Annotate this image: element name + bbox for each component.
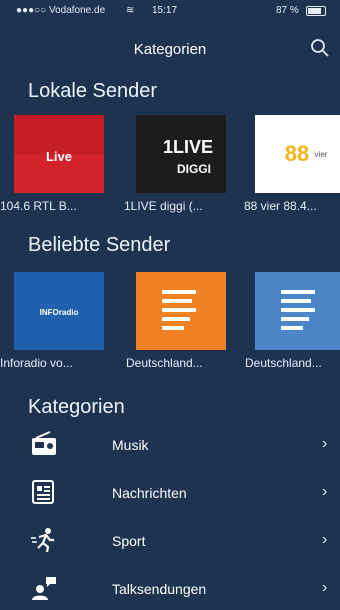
- category-item-musik[interactable]: Musik ›: [0, 420, 340, 466]
- newspaper-icon: [32, 480, 54, 504]
- section-title-popular: Beliebte Sender: [28, 234, 171, 256]
- svg-text:vier: vier: [315, 150, 328, 159]
- station-label: Deutschland...: [126, 356, 203, 370]
- search-icon[interactable]: [310, 38, 330, 58]
- page-title: Kategorien: [133, 41, 207, 58]
- category-label: Sport: [112, 533, 146, 549]
- station-tile-88vier[interactable]: 88 vier: [255, 115, 340, 193]
- station-tile-deutschlandfunk[interactable]: [136, 272, 226, 350]
- station-label: Inforadio vo...: [0, 356, 73, 370]
- status-time: 15:17: [152, 5, 178, 16]
- station-label: 104.6 RTL B...: [0, 199, 77, 213]
- svg-text:DIGGI: DIGGI: [177, 162, 211, 176]
- section-title-local: Lokale Sender: [28, 80, 157, 102]
- station-tile-1live[interactable]: 1LIVE DIGGI: [136, 115, 226, 193]
- chevron-right-icon: ›: [322, 579, 328, 596]
- category-item-sport[interactable]: Sport ›: [0, 516, 340, 562]
- station-tile-inforadio[interactable]: INFOradio: [14, 272, 104, 350]
- carrier-label: ●●●○○ Vodafone.de: [16, 5, 106, 16]
- station-label: Deutschland...: [245, 356, 322, 370]
- category-item-talksendungen[interactable]: Talksendungen ›: [0, 564, 340, 610]
- svg-text:Live: Live: [46, 149, 72, 164]
- local-stations-row: Live 104.6 RTL B... 1LIVE DIGGI 1LIVE di…: [0, 115, 340, 235]
- battery-percent: 87 %: [276, 5, 299, 16]
- radio-icon: [32, 431, 56, 455]
- category-label: Talksendungen: [112, 581, 207, 597]
- wifi-icon: ≋: [126, 5, 135, 16]
- inforadio-logo: INFOradio: [14, 272, 104, 350]
- station-tile-rtl[interactable]: Live: [14, 115, 104, 193]
- svg-text:INFOradio: INFOradio: [40, 308, 79, 317]
- runner-icon: [31, 528, 54, 553]
- 88vier-logo: 88 vier: [255, 115, 340, 193]
- status-bar: ●●●○○ Vodafone.de ≋ 15:17 87 %: [0, 0, 340, 20]
- chevron-right-icon: ›: [322, 435, 328, 452]
- svg-text:1LIVE: 1LIVE: [163, 137, 213, 157]
- nav-bar: Kategorien: [0, 26, 340, 70]
- document-icon: [255, 272, 340, 350]
- station-label: 1LIVE diggi (...: [124, 199, 203, 213]
- svg-text:88: 88: [285, 141, 309, 166]
- battery-icon: [306, 6, 326, 16]
- chevron-right-icon: ›: [322, 531, 328, 548]
- category-label: Musik: [112, 437, 149, 453]
- station-tile-deutschlandradio[interactable]: [255, 272, 340, 350]
- chevron-right-icon: ›: [322, 483, 328, 500]
- popular-stations-row: INFOradio Inforadio vo... Deutschland...…: [0, 272, 340, 392]
- category-item-nachrichten[interactable]: Nachrichten ›: [0, 468, 340, 514]
- category-label: Nachrichten: [112, 485, 187, 501]
- talk-icon: [32, 577, 56, 600]
- station-label: 88 vier 88.4...: [244, 199, 317, 213]
- 1live-logo: 1LIVE DIGGI: [136, 115, 226, 193]
- section-title-categories: Kategorien: [28, 396, 125, 418]
- document-icon: [136, 272, 226, 350]
- rtl-logo: Live: [14, 115, 104, 193]
